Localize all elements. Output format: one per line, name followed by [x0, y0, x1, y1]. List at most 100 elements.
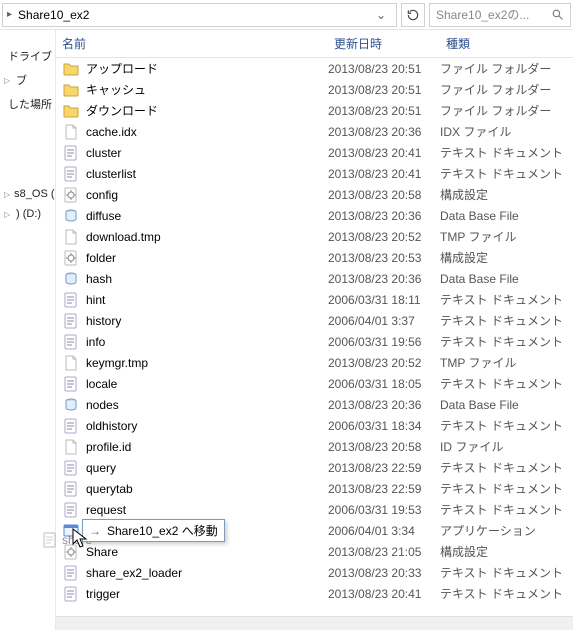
file-date: 2013/08/23 20:52 [328, 356, 440, 370]
file-name: cluster [80, 146, 328, 160]
file-name: config [80, 188, 328, 202]
file-type: テキスト ドキュメント [440, 291, 573, 308]
file-date: 2013/08/23 20:51 [328, 83, 440, 97]
expand-triangle-icon[interactable]: ▷ [4, 190, 10, 199]
folder-icon [63, 103, 79, 119]
file-date: 2013/08/23 20:53 [328, 251, 440, 265]
text-file-icon [63, 292, 79, 308]
file-row[interactable]: cache.idx2013/08/23 20:36IDX ファイル [56, 121, 573, 142]
file-type: テキスト ドキュメント [440, 144, 573, 161]
file-date: 2013/08/23 20:36 [328, 209, 440, 223]
file-row[interactable]: profile.id2013/08/23 20:58ID ファイル [56, 436, 573, 457]
nav-item[interactable]: ▷s8_OS (C: [4, 184, 51, 204]
file-row[interactable]: download.tmp2013/08/23 20:52TMP ファイル [56, 226, 573, 247]
text-file-icon [63, 313, 79, 329]
file-name: oldhistory [80, 419, 328, 433]
file-row[interactable]: querytab2013/08/23 22:59テキスト ドキュメント [56, 478, 573, 499]
file-date: 2006/03/31 19:53 [328, 503, 440, 517]
nav-item[interactable]: ドライブ [4, 44, 51, 68]
file-date: 2013/08/23 20:41 [328, 587, 440, 601]
file-row[interactable]: ダウンロード2013/08/23 20:51ファイル フォルダー [56, 100, 573, 121]
file-row[interactable]: oldhistory2006/03/31 18:34テキスト ドキュメント [56, 415, 573, 436]
text-file-icon [63, 481, 79, 497]
expand-triangle-icon[interactable]: ▷ [4, 210, 12, 219]
breadcrumb-location[interactable]: Share10_ex2 [18, 8, 89, 22]
file-date: 2013/08/23 22:59 [328, 482, 440, 496]
refresh-button[interactable] [401, 3, 425, 27]
file-row[interactable]: share_ex2_loader2013/08/23 20:33テキスト ドキュ… [56, 562, 573, 583]
file-type: TMP ファイル [440, 354, 573, 371]
file-type: Data Base File [440, 272, 573, 286]
text-file-icon [63, 334, 79, 350]
move-tooltip-text: Share10_ex2 へ移動 [107, 522, 218, 539]
file-row[interactable]: nodes2013/08/23 20:36Data Base File [56, 394, 573, 415]
file-type: 構成設定 [440, 186, 573, 203]
toolbar: ▸ Share10_ex2 ⌄ Share10_ex2の... [0, 0, 573, 30]
nav-item-label: した場所 [8, 96, 52, 112]
file-row[interactable]: アップロード2013/08/23 20:51ファイル フォルダー [56, 58, 573, 79]
column-header-date[interactable]: 更新日時 [328, 35, 440, 52]
move-tooltip: → Share10_ex2 へ移動 [82, 519, 225, 542]
file-type: テキスト ドキュメント [440, 312, 573, 329]
file-name: request [80, 503, 328, 517]
database-file-icon [63, 208, 79, 224]
nav-item[interactable]: ▷ブ [4, 68, 51, 92]
file-date: 2006/03/31 19:56 [328, 335, 440, 349]
file-name: share_ex2_loader [80, 566, 328, 580]
file-row[interactable]: clusterlist2013/08/23 20:41テキスト ドキュメント [56, 163, 573, 184]
file-type: ファイル フォルダー [440, 102, 573, 119]
file-name: download.tmp [80, 230, 328, 244]
file-name: cache.idx [80, 125, 328, 139]
address-bar[interactable]: ▸ Share10_ex2 ⌄ [2, 3, 397, 27]
file-row[interactable]: folder2013/08/23 20:53構成設定 [56, 247, 573, 268]
refresh-icon [406, 8, 420, 22]
file-name: Share [80, 545, 328, 559]
file-row[interactable]: request2006/03/31 19:53テキスト ドキュメント [56, 499, 573, 520]
nav-item-label: ブ [16, 72, 27, 88]
file-name: clusterlist [80, 167, 328, 181]
navigation-pane[interactable]: ドライブ▷ブした場所▷s8_OS (C:▷) (D:) [0, 30, 56, 630]
search-box[interactable]: Share10_ex2の... [429, 3, 571, 27]
text-file-icon [63, 166, 79, 182]
file-row[interactable]: info2006/03/31 19:56テキスト ドキュメント [56, 331, 573, 352]
nav-item[interactable]: ▷ ) (D:) [4, 204, 51, 224]
address-dropdown-icon[interactable]: ⌄ [370, 8, 392, 22]
file-type: テキスト ドキュメント [440, 480, 573, 497]
file-type: アプリケーション [440, 522, 573, 539]
file-row[interactable]: キャッシュ2013/08/23 20:51ファイル フォルダー [56, 79, 573, 100]
file-type: ファイル フォルダー [440, 60, 573, 77]
file-row[interactable]: hint2006/03/31 18:11テキスト ドキュメント [56, 289, 573, 310]
text-file-icon [63, 586, 79, 602]
file-row[interactable]: locale2006/03/31 18:05テキスト ドキュメント [56, 373, 573, 394]
file-name: アップロード [80, 60, 328, 77]
file-row[interactable]: trigger2013/08/23 20:41テキスト ドキュメント [56, 583, 573, 604]
file-row[interactable]: history2006/04/01 3:37テキスト ドキュメント [56, 310, 573, 331]
file-row[interactable]: cluster2013/08/23 20:41テキスト ドキュメント [56, 142, 573, 163]
generic-file-icon [63, 355, 79, 371]
file-row[interactable]: config2013/08/23 20:58構成設定 [56, 184, 573, 205]
file-row[interactable]: Share2013/08/23 21:05構成設定 [56, 541, 573, 562]
file-row[interactable]: diffuse2013/08/23 20:36Data Base File [56, 205, 573, 226]
column-header-name[interactable]: 名前 [56, 35, 328, 52]
file-type: テキスト ドキュメント [440, 564, 573, 581]
nav-item[interactable] [4, 116, 51, 124]
file-name: history [80, 314, 328, 328]
nav-item-label: ) (D:) [16, 208, 41, 220]
nav-item[interactable]: した場所 [4, 92, 51, 116]
generic-file-icon [63, 439, 79, 455]
file-row[interactable]: query2013/08/23 22:59テキスト ドキュメント [56, 457, 573, 478]
file-date: 2013/08/23 20:36 [328, 398, 440, 412]
file-row[interactable]: hash2013/08/23 20:36Data Base File [56, 268, 573, 289]
file-name: locale [80, 377, 328, 391]
text-file-icon [63, 418, 79, 434]
file-date: 2013/08/23 20:51 [328, 104, 440, 118]
expand-triangle-icon[interactable]: ▷ [4, 76, 12, 85]
horizontal-scrollbar[interactable] [56, 616, 573, 630]
file-date: 2013/08/23 20:36 [328, 272, 440, 286]
column-header-type[interactable]: 種類 [440, 35, 573, 52]
file-row[interactable]: keymgr.tmp2013/08/23 20:52TMP ファイル [56, 352, 573, 373]
file-date: 2006/04/01 3:37 [328, 314, 440, 328]
file-type: テキスト ドキュメント [440, 375, 573, 392]
file-type: テキスト ドキュメント [440, 501, 573, 518]
move-arrow-icon: → [89, 524, 101, 538]
